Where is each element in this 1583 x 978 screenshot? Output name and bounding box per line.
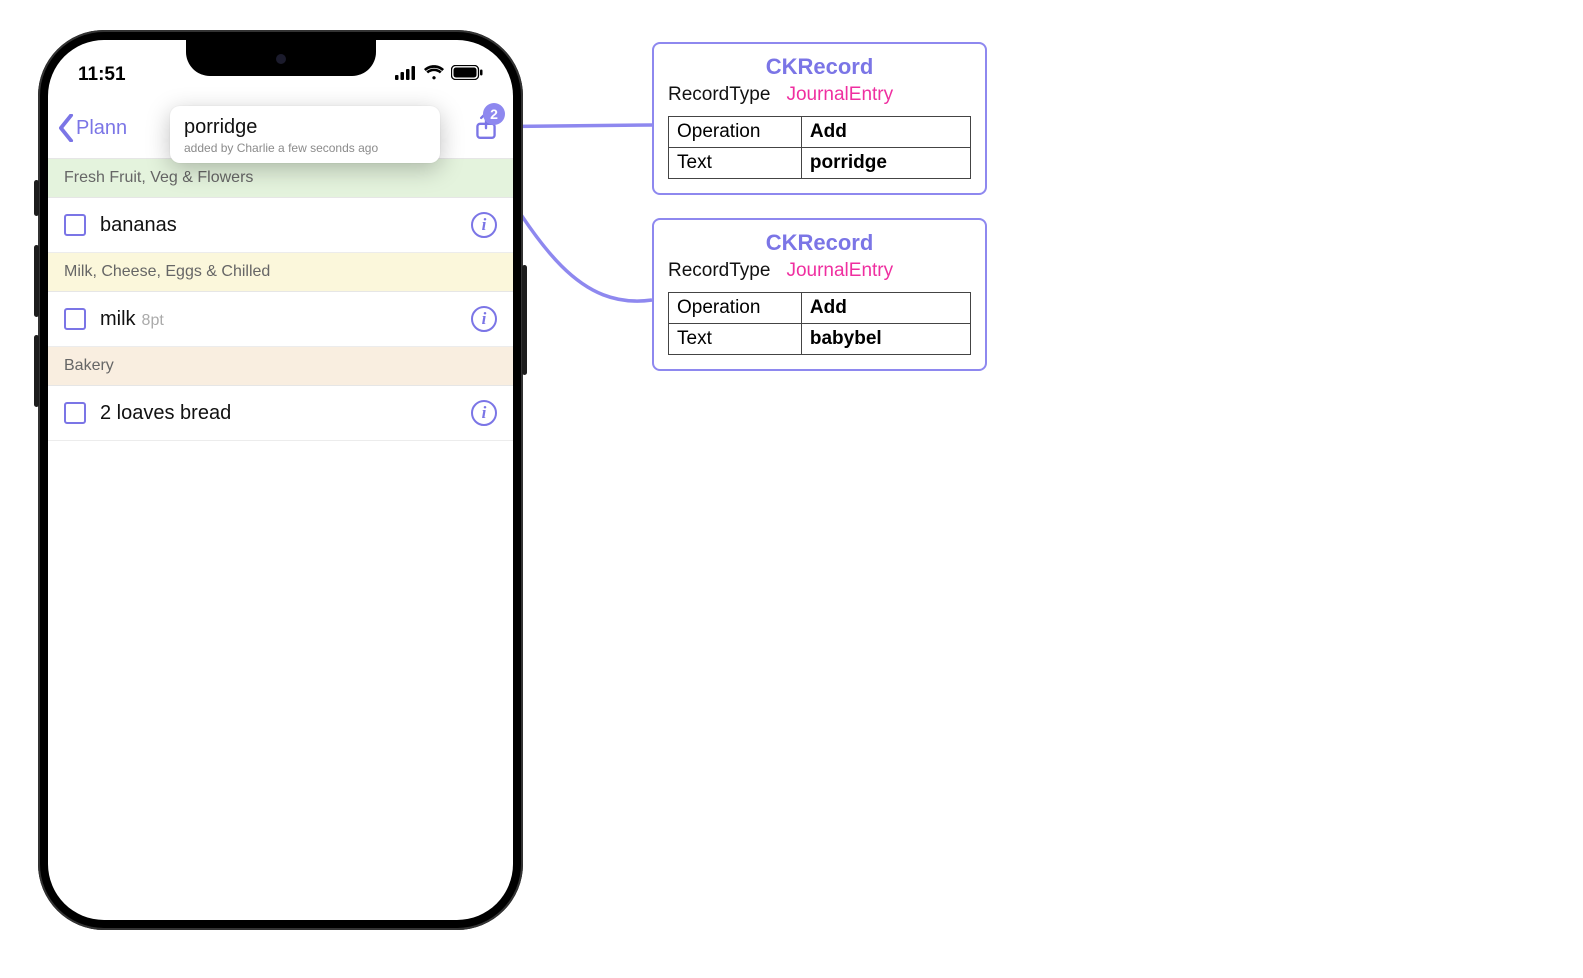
side-button xyxy=(34,245,39,317)
record-type-value: JournalEntry xyxy=(786,84,893,106)
info-icon[interactable]: i xyxy=(471,212,497,238)
record-value: Add xyxy=(801,293,970,324)
side-button xyxy=(522,265,527,375)
record-value: porridge xyxy=(801,148,970,179)
item-text: bananas xyxy=(100,214,177,237)
record-key: Text xyxy=(669,324,802,355)
side-button xyxy=(34,335,39,407)
ckrecord-card: CKRecord RecordType JournalEntry OperationA… xyxy=(652,218,987,371)
item-subtext: 8pt xyxy=(142,312,164,329)
clock: 11:51 xyxy=(78,64,126,86)
checkbox[interactable] xyxy=(64,214,86,236)
record-type-label: RecordType xyxy=(668,260,770,282)
record-key: Operation xyxy=(669,117,802,148)
toast-title: porridge xyxy=(184,116,426,139)
back-button[interactable]: Plann xyxy=(58,114,127,142)
info-icon[interactable]: i xyxy=(471,306,497,332)
record-type-label: RecordType xyxy=(668,84,770,106)
back-label: Plann xyxy=(76,117,127,140)
battery-icon xyxy=(451,64,483,86)
ckrecord-card: CKRecord RecordType JournalEntry OperationA… xyxy=(652,42,987,195)
record-title: CKRecord xyxy=(668,230,971,256)
record-value: babybel xyxy=(801,324,970,355)
section-header: Milk, Cheese, Eggs & Chilled xyxy=(48,253,513,292)
record-title: CKRecord xyxy=(668,54,971,80)
share-badge: 2 xyxy=(483,103,505,125)
record-table: OperationAddTextbabybel xyxy=(668,292,971,355)
side-button xyxy=(34,180,39,216)
checkbox[interactable] xyxy=(64,402,86,424)
section-header: Fresh Fruit, Veg & Flowers xyxy=(48,159,513,198)
toast-subtitle: added by Charlie a few seconds ago xyxy=(184,141,426,155)
wifi-icon xyxy=(423,64,445,86)
section-header: Bakery xyxy=(48,347,513,386)
record-key: Operation xyxy=(669,293,802,324)
record-value: Add xyxy=(801,117,970,148)
phone-frame: 11:51 Plann xyxy=(38,30,523,930)
grocery-list[interactable]: Fresh Fruit, Veg & Flowers bananas i Milk, … xyxy=(48,158,513,920)
notch xyxy=(186,40,376,76)
list-item[interactable]: milk8pt i xyxy=(48,292,513,347)
checkbox[interactable] xyxy=(64,308,86,330)
list-item[interactable]: bananas i xyxy=(48,198,513,253)
activity-toast: porridge added by Charlie a few seconds … xyxy=(170,106,440,163)
list-item[interactable]: 2 loaves bread i xyxy=(48,386,513,441)
item-text: milk8pt xyxy=(100,308,164,331)
item-text: 2 loaves bread xyxy=(100,402,231,425)
record-key: Text xyxy=(669,148,802,179)
record-type-value: JournalEntry xyxy=(786,260,893,282)
cellular-icon xyxy=(395,64,417,86)
record-table: OperationAddTextporridge xyxy=(668,116,971,179)
info-icon[interactable]: i xyxy=(471,400,497,426)
